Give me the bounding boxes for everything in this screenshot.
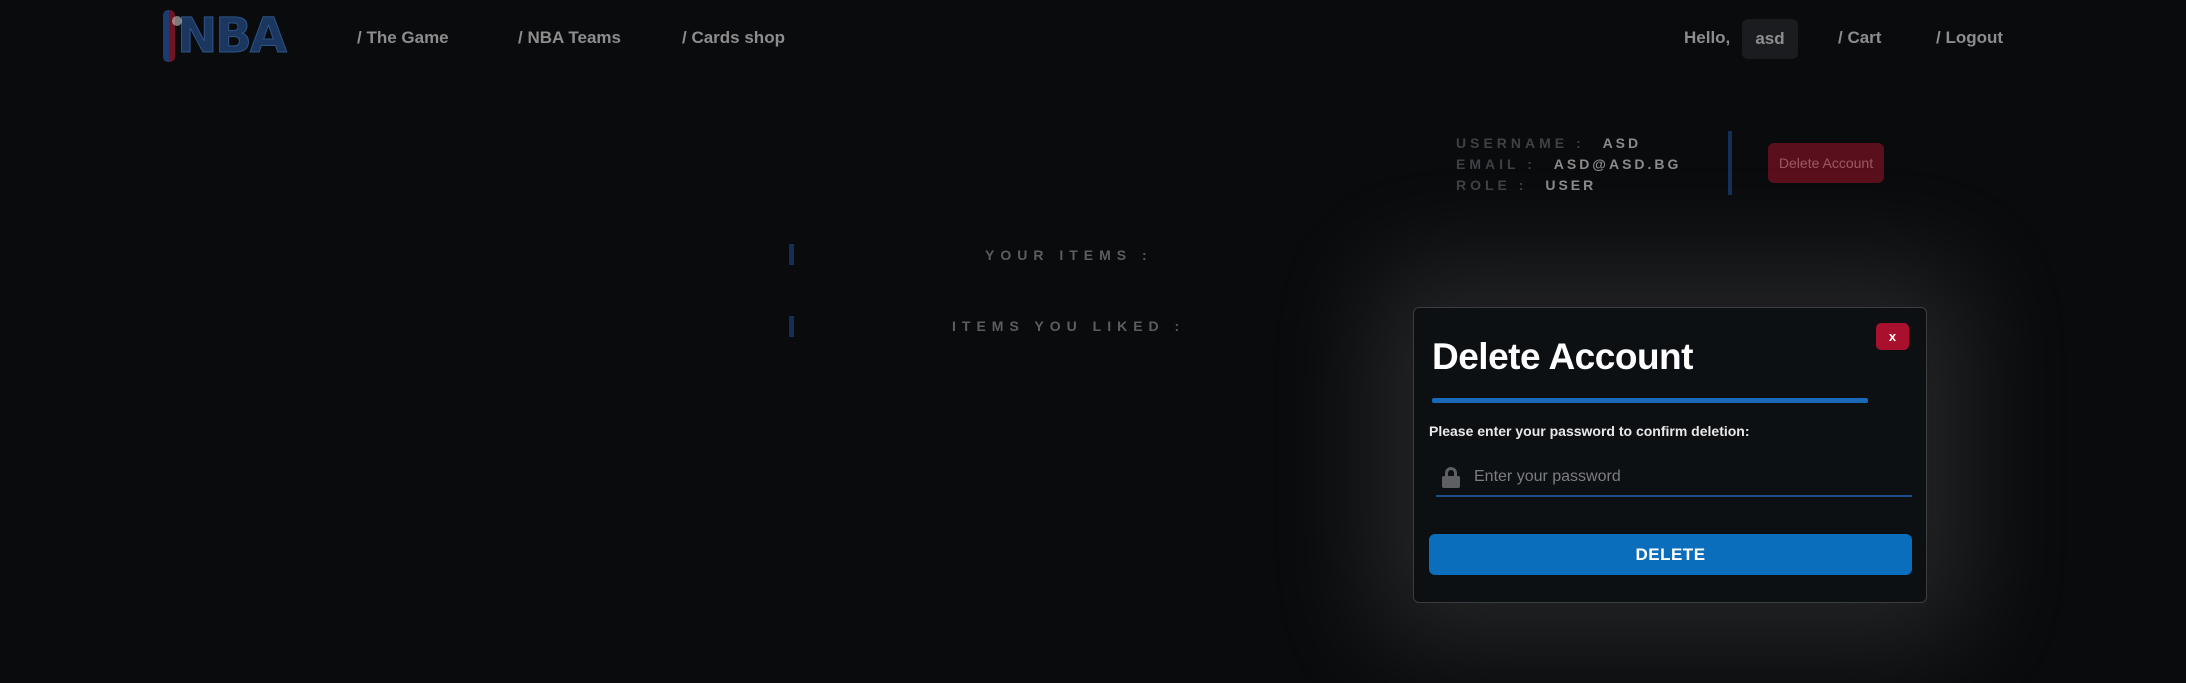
profile-role-row: ROLE : USER — [1456, 177, 1596, 193]
nav-link-logout[interactable]: / Logout — [1936, 28, 2003, 48]
modal-title-underline — [1432, 398, 1868, 403]
role-value: USER — [1545, 177, 1597, 193]
your-items-heading: YOUR ITEMS : — [985, 247, 1153, 263]
profile-divider — [1728, 131, 1732, 195]
username-value: ASD — [1602, 135, 1642, 151]
nav-link-the-game[interactable]: / The Game — [357, 28, 449, 48]
email-value: ASD@ASD.BG — [1553, 156, 1682, 172]
modal-title: Delete Account — [1432, 336, 1693, 377]
greeting-text: Hello, — [1684, 28, 1731, 47]
top-navbar: NBA / The Game / NBA Teams / Cards shop … — [0, 0, 2186, 76]
password-input[interactable] — [1474, 464, 1904, 490]
nav-link-cards-shop[interactable]: / Cards shop — [682, 28, 785, 48]
nav-link-cart[interactable]: / Cart — [1838, 28, 1881, 48]
delete-account-button[interactable]: Delete Account — [1768, 143, 1884, 183]
logo-text: NBA — [177, 8, 288, 64]
nba-logo[interactable]: NBA — [163, 8, 288, 64]
your-items-accent-bar — [789, 244, 794, 265]
nba-logo-icon — [163, 10, 183, 62]
items-liked-heading: ITEMS YOU LIKED : — [952, 318, 1186, 334]
profile-username-row: USERNAME : ASD — [1456, 135, 1641, 151]
nav-link-nba-teams[interactable]: / NBA Teams — [518, 28, 621, 48]
modal-close-button[interactable]: x — [1876, 323, 1909, 350]
password-field — [1436, 458, 1912, 497]
password-prompt: Please enter your password to confirm de… — [1429, 423, 1750, 439]
lock-icon — [1442, 467, 1460, 488]
role-label: ROLE : — [1456, 177, 1528, 193]
profile-email-row: EMAIL : ASD@ASD.BG — [1456, 156, 1681, 172]
username-label: USERNAME : — [1456, 135, 1585, 151]
username-chip[interactable]: asd — [1742, 19, 1798, 59]
items-liked-accent-bar — [789, 316, 794, 337]
confirm-delete-button[interactable]: DELETE — [1429, 534, 1912, 575]
email-label: EMAIL : — [1456, 156, 1536, 172]
delete-account-modal: x Delete Account Please enter your passw… — [1413, 307, 1927, 603]
